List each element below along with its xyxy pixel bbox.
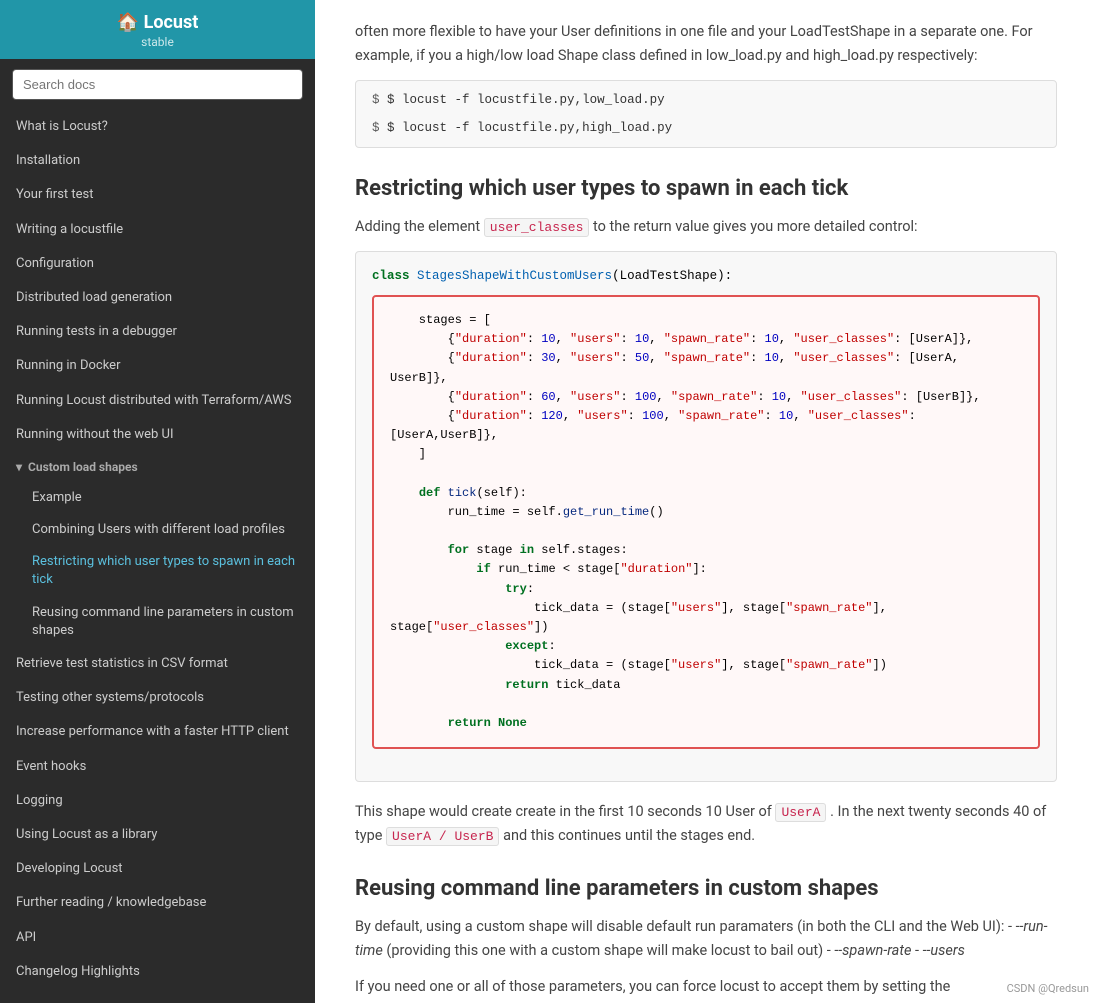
section2-para1: By default, using a custom shape will di… [355,915,1057,963]
shape-text-1: This shape would create create in the fi… [355,803,772,820]
user-classes-inline-code: user_classes [484,218,590,237]
sidebar-item-running-without-web-ui[interactable]: Running without the web UI [0,418,315,452]
section1-heading: Restricting which user types to spawn in… [355,176,1057,201]
return-none: return None [390,714,1022,733]
sidebar-sub-reusing-cmd-params[interactable]: Reusing command line parameters in custo… [0,597,315,647]
try-line: try: [390,580,1022,599]
sidebar-item-what-is-locust[interactable]: What is Locust? [0,110,315,144]
shape-text-3: and this continues until the stages end. [503,827,755,844]
section1-intro-text: Adding the element [355,218,480,235]
sidebar-item-running-in-docker[interactable]: Running in Docker [0,349,315,383]
tick-data-except: tick_data = (stage["users"], stage["spaw… [390,656,1022,675]
def-tick: def tick(self): [390,484,1022,503]
usera-userb-inline-code: UserA / UserB [386,827,499,846]
sidebar-item-changelog[interactable]: Changelog Highlights [0,955,315,989]
sidebar-item-developing-locust[interactable]: Developing Locust [0,852,315,886]
sidebar-item-writing-locustfile[interactable]: Writing a locustfile [0,213,315,247]
run-time-line: run_time = self.get_run_time() [390,503,1022,522]
section-custom-load-shapes[interactable]: ▾ Custom load shapes [0,452,315,482]
sidebar-sub-example[interactable]: Example [0,482,315,514]
cmd-line-1: $ $ locust -f locustfile.py,low_load.py [372,93,1040,107]
collapse-icon: ▾ [16,460,22,474]
sidebar-version: stable [16,35,299,49]
stage-3: {"duration": 60, "users": 100, "spawn_ra… [390,388,1022,407]
sidebar-header: 🏠 Locust stable [0,0,315,59]
cmd-line-2: $ $ locust -f locustfile.py,high_load.py [372,121,1040,135]
stage-4: {"duration": 120, "users": 100, "spawn_r… [390,407,1022,445]
if-line: if run_time < stage["duration"]: [390,560,1022,579]
sidebar-item-using-locust-library[interactable]: Using Locust as a library [0,818,315,852]
stage-2: {"duration": 30, "users": 50, "spawn_rat… [390,349,1022,387]
return-tick-data: return tick_data [390,676,1022,695]
highlighted-code-block: stages = [ {"duration": 10, "users": 10,… [372,295,1040,749]
usera-inline-code: UserA [775,803,826,822]
sidebar-item-event-hooks[interactable]: Event hooks [0,750,315,784]
search-container [0,59,315,110]
search-input[interactable] [12,69,303,100]
sidebar-item-logging[interactable]: Logging [0,784,315,818]
sidebar-item-distributed-load[interactable]: Distributed load generation [0,281,315,315]
watermark: CSDN @Qredsun [1007,982,1089,995]
sidebar-item-your-first-test[interactable]: Your first test [0,178,315,212]
main-content: often more flexible to have your User de… [315,0,1097,1003]
section1-intro2: to the return value gives you more detai… [593,218,918,235]
for-loop: for stage in self.stages: [390,541,1022,560]
stages-line: stages = [ [390,311,1022,330]
command-block-1: $ $ locust -f locustfile.py,low_load.py … [355,80,1057,148]
intro-paragraph: often more flexible to have your User de… [355,20,1057,68]
sidebar-item-installation[interactable]: Installation [0,144,315,178]
sidebar-item-increase-performance[interactable]: Increase performance with a faster HTTP … [0,715,315,749]
section1-intro: Adding the element user_classes to the r… [355,215,1057,239]
sidebar-item-running-tests-debugger[interactable]: Running tests in a debugger [0,315,315,349]
tick-data-try: tick_data = (stage["users"], stage["spaw… [390,599,1022,637]
sidebar-item-testing-other-systems[interactable]: Testing other systems/protocols [0,681,315,715]
sidebar-sub-combining-users[interactable]: Combining Users with different load prof… [0,514,315,546]
section-label: Custom load shapes [28,460,138,474]
outer-code-block: class StagesShapeWithCustomUsers(LoadTes… [355,251,1057,782]
stages-close: ] [390,445,1022,464]
class-definition-line: class StagesShapeWithCustomUsers(LoadTes… [372,266,1040,287]
stage-1: {"duration": 10, "users": 10, "spawn_rat… [390,330,1022,349]
sidebar-item-retrieve-stats[interactable]: Retrieve test statistics in CSV format [0,647,315,681]
sidebar-sub-restricting-user-types[interactable]: Restricting which user types to spawn in… [0,546,315,596]
except-line: except: [390,637,1022,656]
section2-para2: If you need one or all of those paramete… [355,975,1057,1003]
sidebar-item-running-locust-terraform[interactable]: Running Locust distributed with Terrafor… [0,384,315,418]
sidebar-item-configuration[interactable]: Configuration [0,247,315,281]
sidebar-item-further-reading[interactable]: Further reading / knowledgebase [0,886,315,920]
section2-heading: Reusing command line parameters in custo… [355,876,1057,901]
sidebar-item-api[interactable]: API [0,921,315,955]
sidebar-logo[interactable]: 🏠 Locust [16,12,299,33]
sidebar: 🏠 Locust stable What is Locust? Installa… [0,0,315,1003]
shape-description: This shape would create create in the fi… [355,800,1057,848]
